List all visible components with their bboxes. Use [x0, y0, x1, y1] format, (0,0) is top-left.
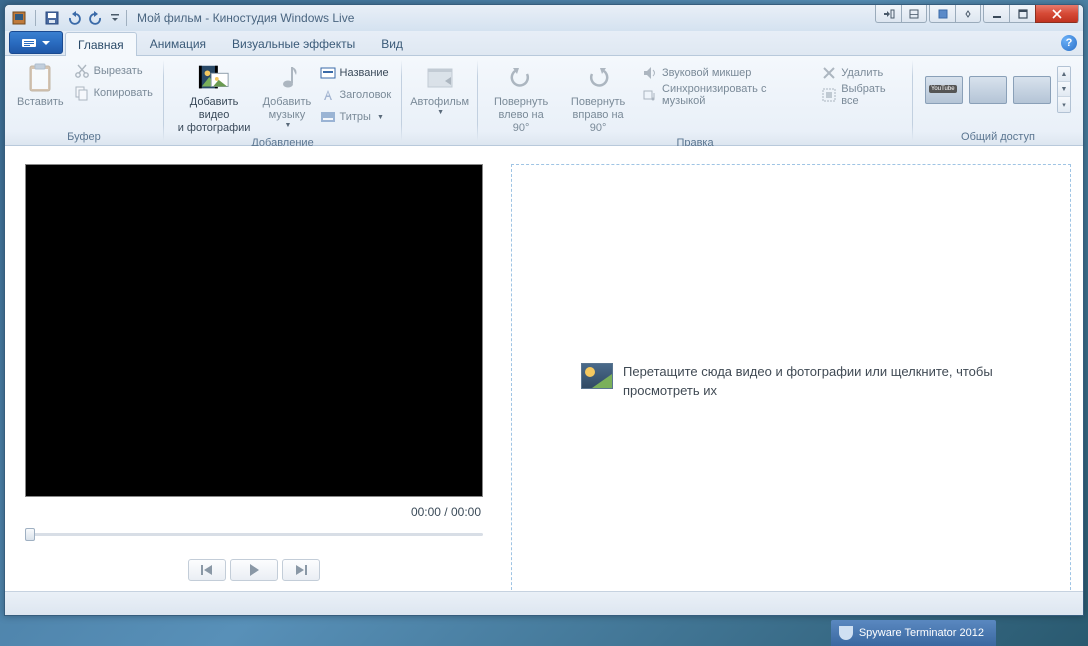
tab-animation[interactable]: Анимация	[137, 31, 219, 55]
title-bar: Мой фильм - Киностудия Windows Live	[5, 5, 1083, 31]
cut-button[interactable]: Вырезать	[70, 60, 157, 82]
add-music-button[interactable]: Добавить музыку▼	[258, 58, 315, 131]
group-add: Добавить видео и фотографии Добавить муз…	[164, 56, 401, 145]
add-heading-button[interactable]: Заголовок	[316, 84, 396, 106]
filmstrip-photo-icon	[198, 62, 230, 94]
delete-icon	[821, 65, 837, 81]
group-buffer-label: Буфер	[67, 130, 101, 145]
time-display: 00:00 / 00:00	[25, 497, 483, 523]
app-window: Мой фильм - Киностудия Windows Live Глав…	[4, 4, 1084, 616]
paste-button[interactable]: Вставить	[11, 58, 70, 109]
maximize-button[interactable]	[1009, 5, 1035, 23]
video-preview[interactable]	[25, 164, 483, 497]
gallery-down-icon[interactable]: ▼	[1058, 82, 1070, 97]
audio-mixer-button[interactable]: Звуковой микшер	[638, 62, 809, 84]
extra-button-2[interactable]	[901, 5, 927, 23]
gallery-up-icon[interactable]: ▲	[1058, 67, 1070, 82]
share-monitor2-icon[interactable]	[1013, 76, 1051, 104]
minimize-button[interactable]	[983, 5, 1009, 23]
group-edit: Повернуть влево на 90° Повернуть вправо …	[478, 56, 912, 145]
group-share: ▲ ▼ ▾ Общий доступ	[913, 56, 1083, 145]
add-captions-button[interactable]: Титры▼	[316, 106, 396, 128]
ribbon-tabs: Главная Анимация Визуальные эффекты Вид …	[5, 31, 1083, 56]
music-note-icon	[271, 62, 303, 94]
delete-button[interactable]: Удалить	[817, 62, 906, 84]
add-title-button[interactable]: Название	[316, 62, 396, 84]
share-gallery[interactable]: ▲ ▼ ▾	[919, 58, 1077, 113]
close-button[interactable]	[1035, 5, 1079, 23]
shield-icon	[839, 626, 853, 640]
share-gallery-scroll[interactable]: ▲ ▼ ▾	[1057, 66, 1071, 113]
next-frame-button[interactable]	[282, 559, 320, 581]
playback-controls	[25, 559, 483, 581]
group-buffer: Вставить Вырезать Копировать Буфер	[5, 56, 163, 145]
undo-icon[interactable]	[64, 9, 84, 27]
speaker-icon	[642, 65, 658, 81]
tab-view[interactable]: Вид	[368, 31, 416, 55]
tab-effects[interactable]: Визуальные эффекты	[219, 31, 368, 55]
seek-thumb[interactable]	[25, 528, 35, 541]
timeline-pane: Перетащите сюда видео и фотографии или щ…	[503, 146, 1083, 591]
tray-app-label: Spyware Terminator 2012	[859, 627, 984, 639]
gallery-more-icon[interactable]: ▾	[1058, 97, 1070, 112]
quick-access-toolbar	[9, 9, 122, 27]
copy-icon	[74, 85, 90, 101]
extra-button-4[interactable]	[955, 5, 981, 23]
copy-button[interactable]: Копировать	[70, 82, 157, 104]
titlebar-buttons	[875, 5, 1079, 23]
extra-button-3[interactable]	[929, 5, 955, 23]
workspace: 00:00 / 00:00 Перетащите сюда видео и фо…	[5, 146, 1083, 591]
sync-music-button[interactable]: Синхронизировать с музыкой	[638, 84, 809, 106]
rotate-left-icon	[505, 62, 537, 94]
drop-zone-message: Перетащите сюда видео и фотографии или щ…	[623, 363, 1001, 401]
prev-frame-button[interactable]	[188, 559, 226, 581]
share-monitor1-icon[interactable]	[969, 76, 1007, 104]
select-all-button[interactable]: Выбрать все	[817, 84, 906, 106]
save-icon[interactable]	[42, 9, 62, 27]
add-media-button[interactable]: Добавить видео и фотографии	[170, 58, 259, 136]
extra-button-1[interactable]	[875, 5, 901, 23]
clipboard-icon	[24, 62, 56, 94]
captions-icon	[320, 109, 336, 125]
preview-pane: 00:00 / 00:00	[5, 146, 503, 591]
automovie-button[interactable]: Автофильм▼	[404, 58, 475, 118]
file-menu-button[interactable]	[9, 31, 63, 54]
share-youtube-icon[interactable]	[925, 76, 963, 104]
group-automovie: Автофильм▼	[402, 56, 477, 145]
help-button[interactable]: ?	[1061, 35, 1077, 51]
window-title: Мой фильм - Киностудия Windows Live	[137, 11, 354, 25]
app-icon[interactable]	[9, 9, 29, 27]
status-bar	[5, 591, 1083, 615]
ribbon: Вставить Вырезать Копировать Буфер	[5, 56, 1083, 146]
play-button[interactable]	[230, 559, 278, 581]
rotate-right-button[interactable]: Повернуть вправо на 90°	[558, 58, 638, 136]
seek-bar[interactable]	[25, 525, 483, 543]
tray-notification[interactable]: Spyware Terminator 2012	[831, 620, 996, 646]
automovie-icon	[424, 62, 456, 94]
tab-home[interactable]: Главная	[65, 32, 137, 56]
drop-zone[interactable]: Перетащите сюда видео и фотографии или щ…	[511, 164, 1071, 591]
select-all-icon	[821, 87, 837, 103]
redo-icon[interactable]	[86, 9, 106, 27]
rotate-left-button[interactable]: Повернуть влево на 90°	[484, 58, 558, 136]
sync-icon	[642, 87, 658, 103]
rotate-right-icon	[582, 62, 614, 94]
qat-customize-icon[interactable]	[108, 9, 122, 27]
heading-icon	[320, 87, 336, 103]
scissors-icon	[74, 63, 90, 79]
title-icon	[320, 65, 336, 81]
media-thumb-icon	[581, 363, 613, 389]
group-share-label: Общий доступ	[961, 130, 1035, 145]
